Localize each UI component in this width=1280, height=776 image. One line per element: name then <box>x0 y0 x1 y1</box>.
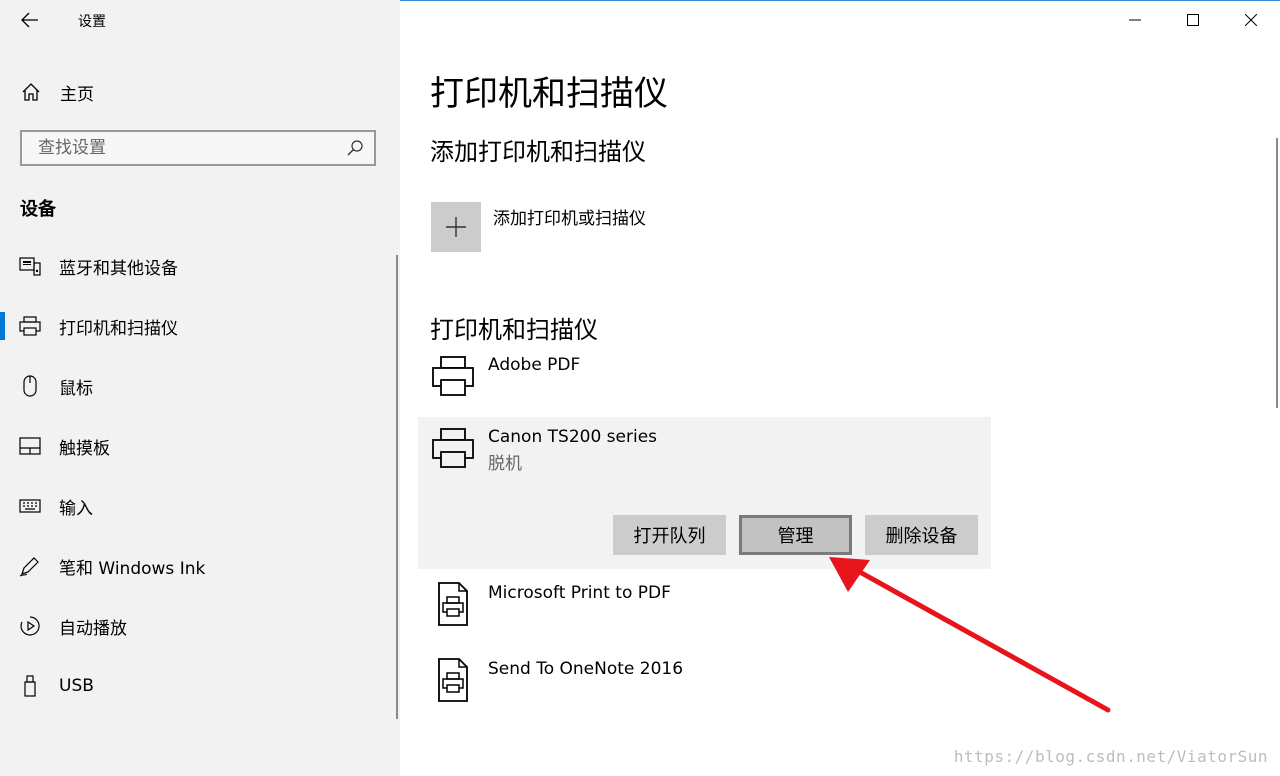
annotation-arrow-icon <box>829 557 1111 713</box>
watermark: https://blog.csdn.net/ViatorSun <box>953 747 1268 766</box>
